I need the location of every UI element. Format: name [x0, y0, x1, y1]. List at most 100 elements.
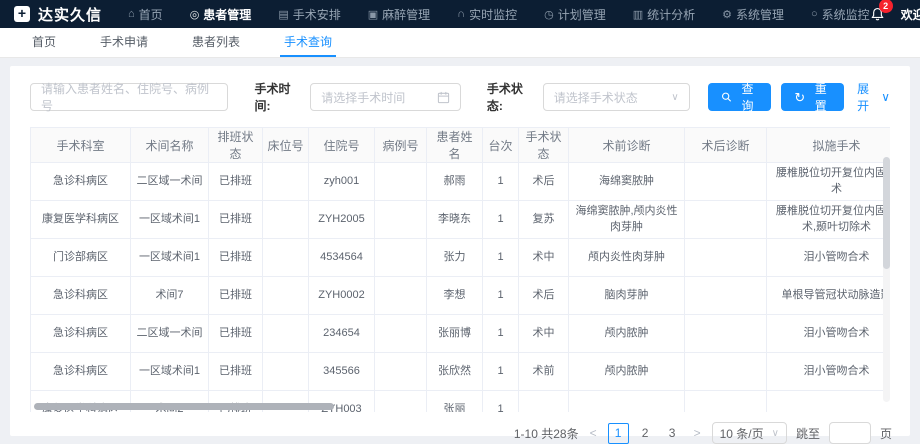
keyword-search-input[interactable]: 请输入患者姓名、住院号、病例号 [30, 83, 228, 111]
table-cell: 颅内脓肿 [569, 353, 685, 391]
page-size-value: 10 条/页 [720, 425, 764, 442]
patient-mgmt-icon: ◎ [190, 8, 200, 21]
main-menu: ⌂ 首页 ◎患者管理 ▤手术安排 ▣麻醉管理 ∩ 实时监控 ◷计划管理 ▥统计分析 ⚙系统管理 ○系… [128, 6, 870, 23]
table-row[interactable]: 门诊部病区一区域术间1已排班4534564张力1术中颅内炎性肉芽肿泪小管吻合术 [31, 239, 891, 277]
table-row[interactable]: 急诊科病区一区域术间1已排班345566张欣然1术前颅内脓肿泪小管吻合术 [31, 353, 891, 391]
table-row[interactable]: 急诊科病区术间7已排班ZYH0002李想1术后脑肉芽肿单根导管冠状动脉造影 [31, 277, 891, 315]
table-cell [263, 277, 309, 315]
table-cell: 康复医学科病区 [31, 201, 131, 239]
tab-手术查询[interactable]: 手术查询 [280, 28, 336, 57]
table-cell [685, 353, 767, 391]
table-cell: 海绵窦脓肿 [569, 163, 685, 201]
column-header-手术科室: 手术科室 [31, 128, 131, 163]
table-cell: 单根导管冠状动脉造影 [767, 277, 891, 315]
column-header-手术状态: 手术状态 [519, 128, 569, 163]
tab-患者列表[interactable]: 患者列表 [188, 28, 244, 57]
nav-item-首页[interactable]: ⌂ 首页 [128, 6, 163, 23]
chevron-down-icon: ∨ [671, 92, 678, 103]
page-number-3[interactable]: 3 [662, 423, 683, 444]
column-header-术前诊断: 术前诊断 [569, 128, 685, 163]
search-button[interactable]: 查询 [708, 83, 772, 111]
table-cell: 术后 [519, 277, 569, 315]
surgery-status-label: 手术状态: [487, 80, 535, 114]
vertical-scrollbar-thumb[interactable] [883, 157, 890, 269]
table-cell: 急诊科病区 [31, 277, 131, 315]
table-cell: 颅内脓肿 [569, 315, 685, 353]
table-cell [375, 239, 427, 277]
table-cell: 张丽 [427, 391, 483, 413]
prev-page-icon[interactable]: < [588, 426, 599, 440]
notification-bell-icon[interactable]: 2 [870, 6, 886, 22]
table-cell: zyh001 [309, 163, 375, 201]
column-header-排班状态: 排班状态 [209, 128, 263, 163]
table-row[interactable]: 急诊科病区二区域一术间已排班zyh001郝雨1术后海绵窦脓肿腰椎脱位切开复位内固… [31, 163, 891, 201]
expand-filters-link[interactable]: 展开 ∨ [857, 80, 890, 114]
nav-item-系统监控[interactable]: ○系统监控 [811, 6, 870, 23]
table-cell: ZYH0002 [309, 277, 375, 315]
nav-item-系统管理[interactable]: ⚙系统管理 [722, 6, 784, 23]
table-cell [375, 391, 427, 413]
page-size-select[interactable]: 10 条/页 ∨ [712, 422, 787, 444]
surgery-status-placeholder: 请选择手术状态 [554, 89, 638, 106]
query-card: 请输入患者姓名、住院号、病例号 手术时间: 请选择手术时间 手术状态: 请选择手… [10, 66, 910, 436]
tab-手术申请[interactable]: 手术申请 [96, 28, 152, 57]
table-cell: 术中 [519, 315, 569, 353]
search-button-label: 查询 [737, 80, 759, 114]
reset-button-label: 重置 [810, 80, 831, 114]
nav-item-label: 麻醉管理 [382, 6, 430, 23]
table-cell: 二区域一术间 [131, 315, 209, 353]
surgery-status-select[interactable]: 请选择手术状态 ∨ [543, 83, 690, 111]
table-header-row: 手术科室术间名称排班状态床位号住院号病例号患者姓名台次手术状态术前诊断术后诊断拟… [31, 128, 891, 163]
next-page-icon[interactable]: > [692, 426, 703, 440]
reset-button[interactable]: ↻ 重置 [781, 83, 844, 111]
table-cell [263, 315, 309, 353]
table-cell: 一区域术间1 [131, 201, 209, 239]
nav-item-label: 首页 [139, 6, 163, 23]
page-number-2[interactable]: 2 [635, 423, 656, 444]
horizontal-scrollbar-thumb[interactable] [34, 403, 334, 410]
table-cell: 已排班 [209, 239, 263, 277]
table-cell: 泪小管吻合术 [767, 315, 891, 353]
jump-label: 跳至 [796, 425, 820, 442]
welcome-text: 欢迎您, 庞子娟 [901, 6, 920, 23]
table-cell: 腰椎脱位切开复位内固定术 [767, 163, 891, 201]
column-header-病例号: 病例号 [375, 128, 427, 163]
jump-page-input[interactable] [829, 422, 871, 444]
table-cell: 一区域术间1 [131, 239, 209, 277]
table-row[interactable]: 康复医学科病区一区域术间1已排班ZYH2005李晓东1复苏海绵窦脓肿,颅内炎性肉… [31, 201, 891, 239]
vertical-scrollbar[interactable] [883, 157, 890, 402]
page-content: 请输入患者姓名、住院号、病例号 手术时间: 请选择手术时间 手术状态: 请选择手… [0, 58, 920, 436]
nav-item-统计分析[interactable]: ▥统计分析 [633, 6, 695, 23]
column-header-拟施手术: 拟施手术 [767, 128, 891, 163]
table-cell: 张丽博 [427, 315, 483, 353]
table-cell [375, 277, 427, 315]
nav-item-患者管理[interactable]: ◎患者管理 [190, 6, 252, 23]
tab-首页[interactable]: 首页 [28, 28, 60, 57]
table-cell [375, 163, 427, 201]
table-row[interactable]: 急诊科病区二区域一术间已排班234654张丽博1术中颅内脓肿泪小管吻合术 [31, 315, 891, 353]
table-cell [685, 239, 767, 277]
realtime-monitor-icon: ∩ [457, 8, 465, 20]
table-cell: 李想 [427, 277, 483, 315]
table-cell: 1 [483, 315, 519, 353]
table-cell: 门诊部病区 [31, 239, 131, 277]
page-number-1[interactable]: 1 [608, 423, 629, 444]
surgery-table: 手术科室术间名称排班状态床位号住院号病例号患者姓名台次手术状态术前诊断术后诊断拟… [30, 127, 890, 412]
nav-item-手术安排[interactable]: ▤手术安排 [278, 6, 340, 23]
surgery-time-picker[interactable]: 请选择手术时间 [310, 83, 461, 111]
nav-item-麻醉管理[interactable]: ▣麻醉管理 [368, 6, 430, 23]
table-cell: 郝雨 [427, 163, 483, 201]
nav-item-实时监控[interactable]: ∩ 实时监控 [457, 6, 517, 23]
nav-item-label: 实时监控 [469, 6, 517, 23]
column-header-床位号: 床位号 [263, 128, 309, 163]
column-header-台次: 台次 [483, 128, 519, 163]
table-cell: 已排班 [209, 201, 263, 239]
table-cell [685, 163, 767, 201]
filter-bar: 请输入患者姓名、住院号、病例号 手术时间: 请选择手术时间 手术状态: 请选择手… [30, 80, 890, 114]
table-cell [685, 201, 767, 239]
home-icon: ⌂ [128, 8, 135, 20]
surgery-time-label: 手术时间: [254, 80, 302, 114]
nav-item-计划管理[interactable]: ◷计划管理 [544, 6, 606, 23]
table-cell: 泪小管吻合术 [767, 353, 891, 391]
table-cell: 4534564 [309, 239, 375, 277]
